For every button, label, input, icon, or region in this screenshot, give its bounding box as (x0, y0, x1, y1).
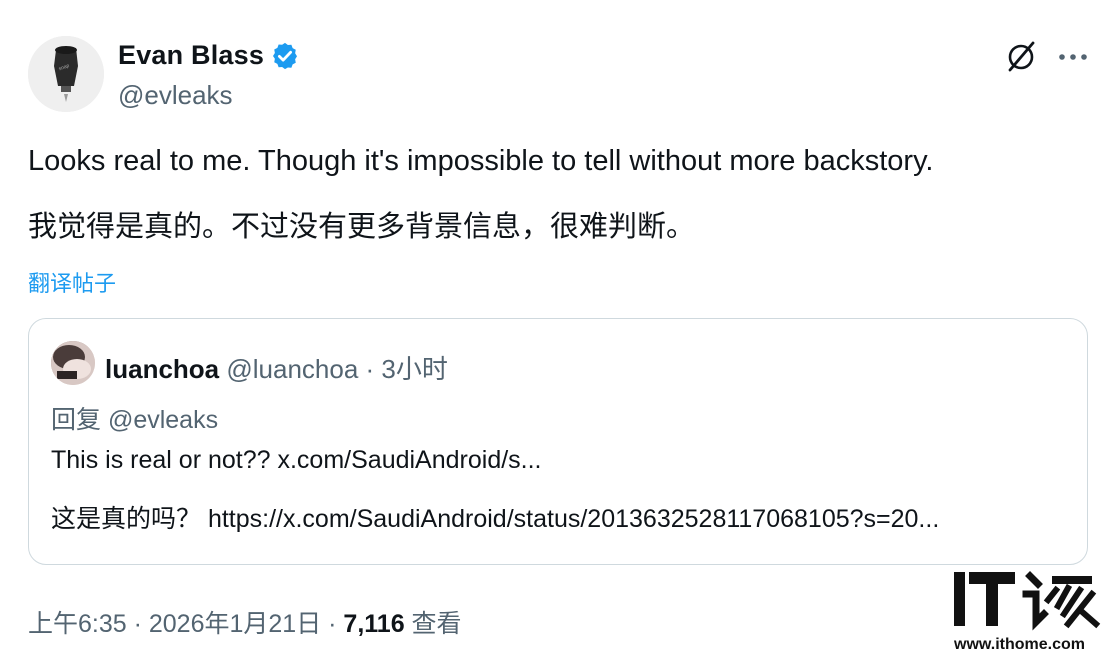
grok-icon[interactable] (1004, 40, 1038, 74)
author-name[interactable]: Evan Blass (118, 40, 264, 71)
ithome-logo (954, 571, 1101, 631)
quoted-author-name[interactable]: luanchoa (105, 354, 219, 384)
author-handle[interactable]: @evleaks (118, 80, 233, 111)
avatar-image: snap (28, 36, 104, 112)
tweet-footer: 上午6:35 · 2026年1月21日 · 7,116 查看 (28, 604, 462, 640)
watermark: www.ithome.com (952, 566, 1102, 662)
author-avatar[interactable]: snap (28, 36, 104, 112)
tweet-text-english: Looks real to me. Though it's impossible… (28, 145, 934, 177)
quoted-text-chinese: 这是真的吗？ https://x.com/SaudiAndroid/status… (51, 505, 940, 533)
quoted-author-avatar[interactable] (51, 341, 95, 385)
views-count: 7,116 (343, 610, 405, 638)
translate-post-link[interactable]: 翻译帖子 (28, 266, 116, 298)
more-icon[interactable] (1056, 44, 1090, 70)
watermark-url: www.ithome.com (954, 636, 1085, 653)
quoted-reply-to: 回复 @evleaks (51, 406, 219, 434)
views-label: 查看 (404, 610, 462, 638)
verified-badge-icon (273, 42, 298, 69)
tweet-timestamp[interactable]: 上午6:35 · 2026年1月21日 · (28, 610, 343, 638)
tweet-text-chinese: 我觉得是真的。不过没有更多背景信息，很难判断。 (28, 211, 696, 243)
quoted-avatar-image (51, 341, 95, 385)
quoted-author-meta: @luanchoa · 3小时 (226, 354, 448, 384)
quoted-text-english: This is real or not?? x.com/SaudiAndroid… (51, 446, 542, 474)
author-name-row: Evan Blass (118, 40, 300, 71)
quoted-header: luanchoa @luanchoa · 3小时 (105, 349, 448, 386)
quoted-tweet-card[interactable]: luanchoa @luanchoa · 3小时 回复 @evleaks Thi… (28, 318, 1088, 565)
